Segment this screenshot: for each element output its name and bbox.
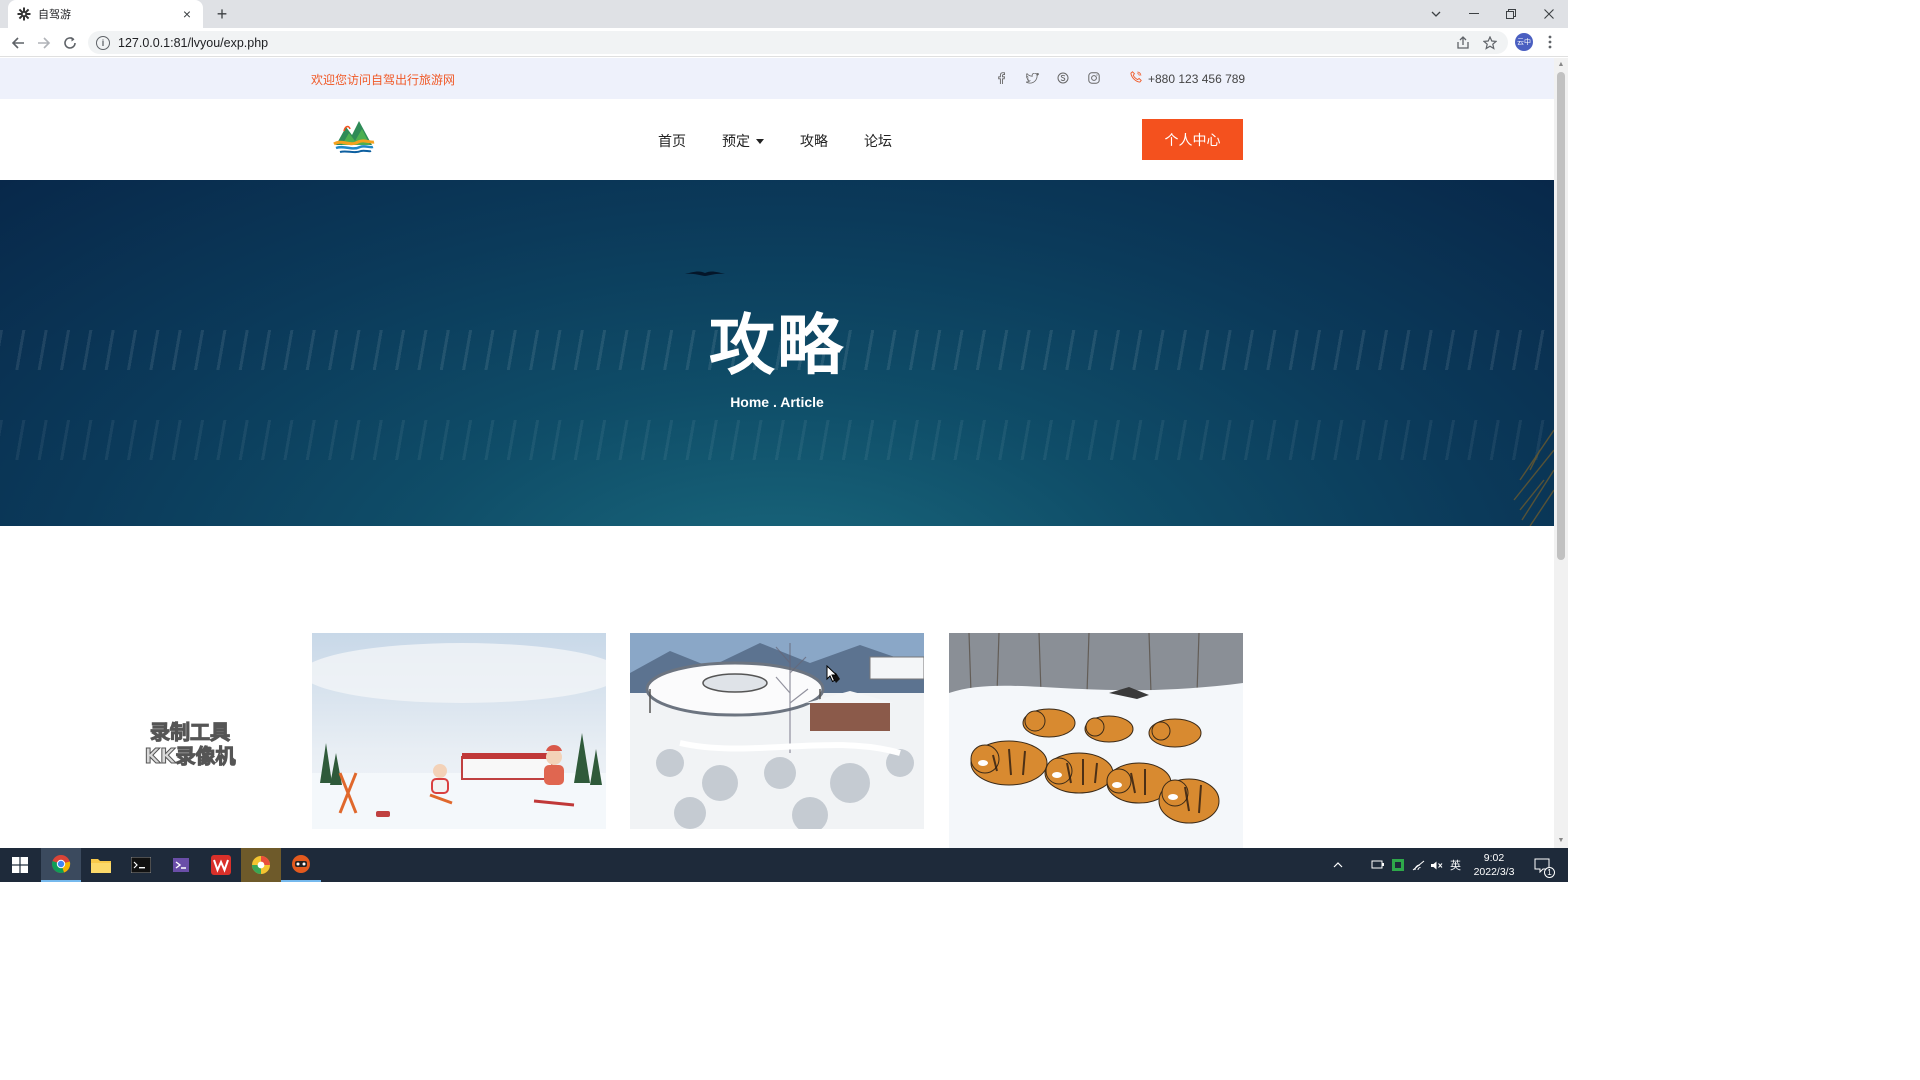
tray-expand-icon[interactable] <box>1333 848 1343 882</box>
main-navbar: 首页 预定 攻略 论坛 个人中心 <box>0 99 1554 180</box>
mouse-cursor-icon <box>826 665 838 683</box>
watermark-line-1: 录制工具 <box>150 720 231 745</box>
scroll-thumb[interactable] <box>1557 72 1565 560</box>
nav-booking-label: 预定 <box>722 133 750 149</box>
scroll-up-arrow-icon[interactable]: ▲ <box>1557 61 1565 69</box>
visual-studio-icon[interactable] <box>161 848 201 882</box>
contact-phone: +880 123 456 789 <box>1130 71 1245 86</box>
volume-muted-icon[interactable] <box>1430 848 1443 882</box>
welcome-text: 欢迎您访问自驾出行旅游网 <box>311 73 456 87</box>
twitter-icon[interactable] <box>1023 69 1041 87</box>
watermark-line-2: KK录像机 <box>144 744 236 769</box>
clock-date: 2022/3/3 <box>1473 866 1515 878</box>
address-toolbar: i 127.0.0.1:81/lvyou/exp.php 云中 <box>0 28 1568 57</box>
gear-favicon-icon <box>16 6 32 22</box>
page-scrollbar[interactable]: ▲ ▼ <box>1554 58 1568 848</box>
forward-arrow-icon[interactable] <box>33 32 55 54</box>
url-text[interactable]: 127.0.0.1:81/lvyou/exp.php <box>118 36 268 50</box>
chrome-icon[interactable] <box>41 848 81 882</box>
clock-time: 9:02 <box>1483 852 1505 864</box>
wps-icon[interactable] <box>201 848 241 882</box>
restore-button[interactable] <box>1492 0 1530 28</box>
ski-cartoon-image <box>312 633 606 829</box>
recorder-watermark: 录制工具 KK录像机 <box>131 720 249 769</box>
tigers-in-snow-image <box>949 633 1243 848</box>
nav-home-label: 首页 <box>658 133 686 149</box>
start-icon[interactable] <box>0 848 40 882</box>
caret-down-icon <box>756 138 764 144</box>
main-menu: 首页 预定 攻略 论坛 <box>658 131 892 151</box>
url-bar[interactable]: i 127.0.0.1:81/lvyou/exp.php <box>88 31 1508 54</box>
bookmark-star-icon[interactable] <box>1483 31 1497 54</box>
nav-booking-dropdown[interactable]: 预定 <box>722 131 764 151</box>
hero-pine-branch <box>1513 429 1554 526</box>
windows-taskbar: 英 9:02 2022/3/3 1 <box>0 848 1568 882</box>
site-info-icon[interactable]: i <box>96 35 110 50</box>
network-icon[interactable] <box>1412 848 1425 882</box>
browser-tab-strip: 自驾游 × + <box>0 0 1568 28</box>
notification-center-icon[interactable]: 1 <box>1534 848 1555 882</box>
tray-device-icon[interactable] <box>1371 848 1385 882</box>
facebook-icon[interactable] <box>992 69 1010 87</box>
nav-guides[interactable]: 攻略 <box>800 131 828 151</box>
phone-number: +880 123 456 789 <box>1148 71 1246 86</box>
site-logo[interactable] <box>332 117 376 157</box>
tab-search-chevron-icon[interactable] <box>1417 0 1455 28</box>
terminal-icon[interactable] <box>121 848 161 882</box>
browser-menu-icon[interactable] <box>1542 33 1558 51</box>
new-tab-button[interactable]: + <box>212 4 232 24</box>
system-clock[interactable]: 9:02 2022/3/3 <box>1468 851 1520 879</box>
scroll-down-arrow-icon[interactable]: ▼ <box>1557 837 1565 845</box>
article-card-platform[interactable] <box>630 633 924 829</box>
back-arrow-icon[interactable] <box>7 32 29 54</box>
article-card-ski[interactable] <box>312 633 606 829</box>
snowy-observation-platform-image <box>630 633 924 829</box>
notification-count-badge: 1 <box>1544 867 1555 878</box>
hero-wave-texture <box>0 420 1554 460</box>
nav-forum-label: 论坛 <box>864 133 892 149</box>
tray-green-app-icon[interactable] <box>1392 848 1404 882</box>
recorder-icon[interactable] <box>281 848 321 882</box>
browser-tab[interactable]: 自驾游 × <box>8 0 203 28</box>
profile-avatar[interactable]: 云中 <box>1515 33 1533 51</box>
article-card-tigers[interactable] <box>949 633 1243 848</box>
top-info-bar: 欢迎您访问自驾出行旅游网 +880 123 456 789 <box>0 58 1554 99</box>
instagram-icon[interactable] <box>1085 69 1103 87</box>
social-links <box>992 69 1103 87</box>
hero-banner: 攻略 Home . Article <box>0 180 1554 526</box>
tab-title: 自驾游 <box>38 9 71 21</box>
phone-icon <box>1130 71 1142 86</box>
share-icon[interactable] <box>1456 31 1470 54</box>
skype-icon[interactable] <box>1054 69 1072 87</box>
personal-center-button[interactable]: 个人中心 <box>1142 119 1243 160</box>
breadcrumb: Home . Article <box>730 394 824 410</box>
page-title: 攻略 <box>709 308 845 382</box>
page-viewport: 欢迎您访问自驾出行旅游网 +880 123 456 789 首页 预定 攻略 论… <box>0 58 1554 848</box>
minimize-button[interactable] <box>1455 0 1493 28</box>
nav-guides-label: 攻略 <box>800 133 828 149</box>
close-window-button[interactable] <box>1530 0 1568 28</box>
reload-icon[interactable] <box>59 32 81 54</box>
hero-bird-silhouette <box>685 271 725 276</box>
app-circle-icon[interactable] <box>241 848 281 882</box>
nav-home[interactable]: 首页 <box>658 131 686 151</box>
nav-forum[interactable]: 论坛 <box>864 131 892 151</box>
file-explorer-icon[interactable] <box>81 848 121 882</box>
tab-close-button[interactable]: × <box>179 6 195 22</box>
ime-indicator[interactable]: 英 <box>1450 848 1461 882</box>
